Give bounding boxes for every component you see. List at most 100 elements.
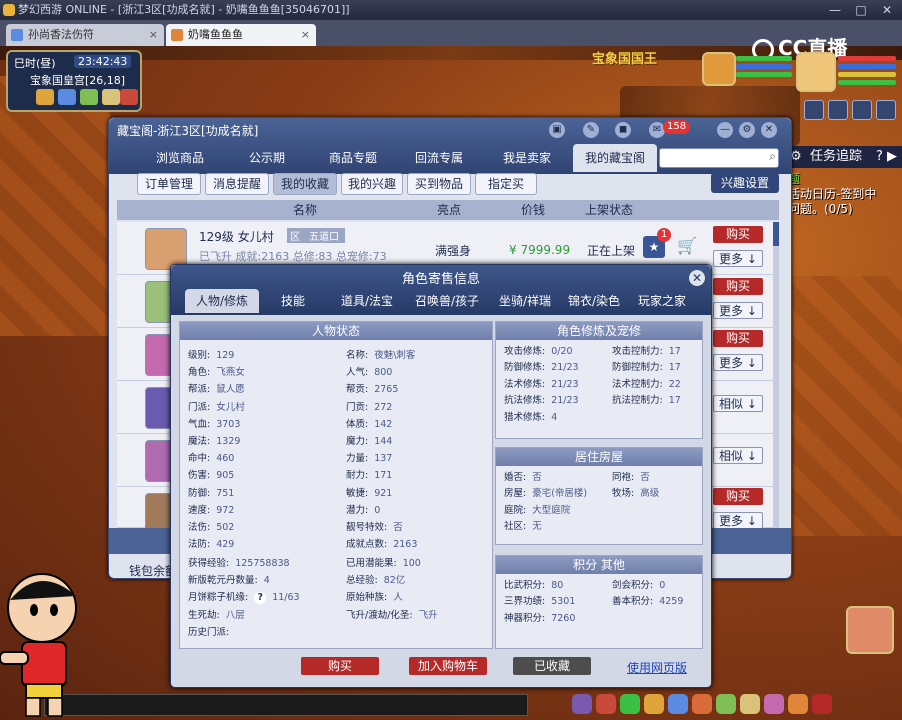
interest-settings-button[interactable]: 兴趣设置 [711,173,779,193]
cart-icon[interactable]: 🛒 [677,236,699,258]
tab-home[interactable]: 玩家之家 [625,289,699,313]
field-label: 耐力: [346,470,369,482]
tab-mounts[interactable]: 坐骑/祥瑞 [487,289,563,313]
scrollbar-thumb[interactable] [773,222,779,246]
field-value: 2163 [393,539,418,551]
subtab-interests[interactable]: 我的兴趣 [341,173,403,195]
search-input[interactable]: ⌕ [659,148,779,168]
tab-items[interactable]: 道具/法宝 [327,289,407,313]
player-avatar[interactable] [796,52,836,92]
close-icon[interactable]: ✕ [761,122,777,138]
pet-avatar[interactable] [702,52,736,86]
mail-icon[interactable] [36,89,54,105]
help-icon[interactable]: ? ▶ [876,146,897,168]
more-button[interactable]: 更多 ↓ [713,302,763,319]
settings-icon[interactable]: ⚙ [739,122,755,138]
client-tab-2[interactable]: 奶嘴鱼鱼鱼 × [166,24,316,46]
buy-button[interactable]: 购买 [713,278,763,295]
action-icon[interactable] [788,694,808,714]
task-tracker-text[interactable]: 题 活动日历-签到中 问题。(0/5) [788,172,902,217]
tab-skills[interactable]: 技能 [259,289,327,313]
buy-button[interactable]: 购买 [301,657,379,675]
tab-return[interactable]: 回流专属 [397,144,481,172]
action-icon[interactable] [740,694,760,714]
action-icon[interactable] [692,694,712,714]
minimize-icon[interactable]: — [822,2,848,18]
more-button[interactable]: 更多 ↓ [713,354,763,371]
tab-seller[interactable]: 我是卖家 [481,144,573,172]
row-highlight: 满强身 [435,244,472,258]
tab-close-icon[interactable]: × [301,24,310,46]
status-field: 法伤: 502 [188,522,234,534]
status-field: 帮派: 鼠人愿 [188,384,245,396]
more-button[interactable]: 更多 ↓ [713,250,763,267]
close-icon[interactable]: ✕ [874,2,900,18]
field-label: 同袍: [612,472,635,483]
help-icon[interactable]: ? [254,592,267,605]
trade-icon[interactable] [80,89,98,105]
calendar-icon[interactable] [120,89,138,105]
window-mode-icon[interactable]: ▣ [549,122,565,138]
similar-button[interactable]: 相似 ↓ [713,447,763,464]
panel-field: 婚否: 否 [504,472,542,484]
subtab-favorites[interactable]: 我的收藏 [273,173,337,195]
more-button[interactable]: 更多 ↓ [713,512,763,529]
field-value: 八层 [225,609,245,621]
action-icon[interactable] [668,694,688,714]
buy-button[interactable]: 购买 [713,488,763,505]
globe-icon[interactable] [58,89,76,105]
pin-icon[interactable]: ✎ [583,122,599,138]
map-icon[interactable] [102,89,120,105]
favorited-button[interactable]: 已收藏 [513,657,591,675]
maximize-icon[interactable]: □ [848,2,874,18]
web-version-link[interactable]: 使用网页版 [627,659,687,676]
subtab-orders[interactable]: 订单管理 [137,173,201,195]
subtab-messages[interactable]: 消息提醒 [205,173,269,195]
subtab-designated[interactable]: 指定买 [475,173,537,195]
chat-input[interactable] [44,694,528,716]
field-value: 22 [668,378,681,390]
action-icon[interactable] [812,694,832,714]
action-icon[interactable] [644,694,664,714]
client-tab-1[interactable]: 孙尚香法伤符 × [6,24,164,46]
score-panel-title: 积分 其他 [496,556,702,574]
tab-close-icon[interactable]: × [149,24,158,46]
subtab-bought[interactable]: 买到物品 [407,173,471,195]
field-value: 1329 [216,436,241,447]
similar-button[interactable]: 相似 ↓ [713,395,763,412]
tab-character[interactable]: 人物/修炼 [185,289,259,313]
status-field: 体质: 142 [346,419,392,431]
action-icon[interactable] [572,694,592,714]
buy-button[interactable]: 购买 [713,330,763,347]
field-value: 171 [374,470,393,482]
minimap-panel[interactable]: 巳时(昼) 23:42:43 宝象国皇宫[26,18] [6,50,142,112]
close-icon[interactable]: ✕ [689,270,705,286]
add-to-cart-button[interactable]: 加入购物车 [409,657,487,675]
minimize-icon[interactable]: — [717,122,733,138]
list-scrollbar[interactable] [773,222,779,528]
stop-icon[interactable]: ◼ [615,122,631,138]
skill-icon[interactable] [828,100,848,120]
buy-button[interactable]: 购买 [713,226,763,243]
field-label: 法术控制力: [612,378,663,390]
tab-my-cbg[interactable]: 我的藏宝阁 [573,144,657,172]
tab-outfits[interactable]: 锦衣/染色 [563,289,625,313]
tab-public[interactable]: 公示期 [225,144,309,172]
cultivation-panel-title: 角色修炼及宠修 [496,322,702,340]
field-value: 4259 [659,596,684,608]
action-icon[interactable] [620,694,640,714]
tab-pets[interactable]: 召唤兽/孩子 [407,289,487,313]
tab-topics[interactable]: 商品专题 [309,144,397,172]
search-icon[interactable]: ⌕ [769,149,776,164]
task-tracker-header[interactable]: ⚙ 任务追踪 ? ▶ [786,146,902,168]
skill-icon[interactable] [876,100,896,120]
tab-browse[interactable]: 浏览商品 [135,144,225,172]
action-icon[interactable] [764,694,784,714]
skill-icon[interactable] [852,100,872,120]
role-detail-dialog[interactable]: 角色寄售信息 ✕ 人物/修炼 技能 道具/法宝 召唤兽/孩子 坐骑/祥瑞 锦衣/… [170,264,712,688]
companion-avatar[interactable] [846,606,894,654]
action-icon[interactable] [716,694,736,714]
skill-icon[interactable] [804,100,824,120]
field-label: 攻击修炼: [504,346,546,357]
action-icon[interactable] [596,694,616,714]
